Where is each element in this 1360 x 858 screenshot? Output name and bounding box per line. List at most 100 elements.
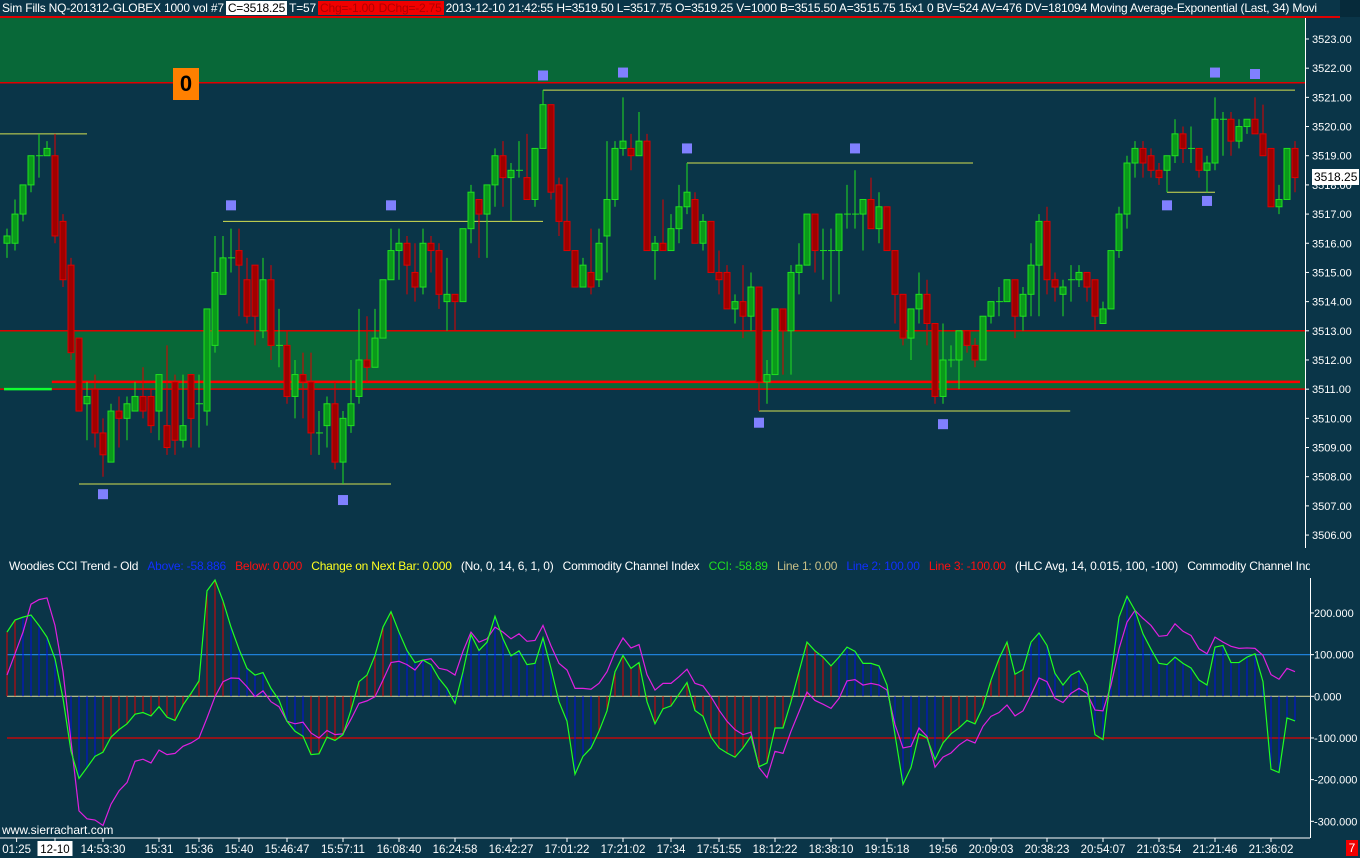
candle[interactable] bbox=[516, 141, 523, 178]
candle[interactable] bbox=[459, 228, 467, 303]
candle[interactable] bbox=[1059, 279, 1067, 317]
candle[interactable] bbox=[915, 272, 923, 324]
candle[interactable] bbox=[387, 228, 395, 281]
candle[interactable] bbox=[1139, 141, 1147, 178]
candle[interactable] bbox=[1011, 279, 1019, 339]
candle[interactable] bbox=[51, 133, 59, 244]
candle[interactable] bbox=[155, 374, 163, 441]
candle[interactable] bbox=[211, 235, 219, 353]
candle[interactable] bbox=[747, 272, 755, 331]
candle[interactable] bbox=[171, 374, 179, 455]
candle[interactable] bbox=[316, 411, 323, 455]
candle[interactable] bbox=[891, 250, 899, 324]
candle[interactable] bbox=[427, 235, 435, 273]
candle[interactable] bbox=[699, 214, 707, 251]
candle[interactable] bbox=[828, 228, 835, 302]
candle[interactable] bbox=[435, 243, 443, 309]
candle[interactable] bbox=[675, 184, 683, 244]
candle[interactable] bbox=[859, 198, 867, 251]
candle[interactable] bbox=[707, 220, 715, 273]
candle[interactable] bbox=[1283, 147, 1291, 200]
candle[interactable] bbox=[1091, 279, 1099, 331]
candle[interactable] bbox=[996, 287, 1003, 317]
candle[interactable] bbox=[379, 279, 387, 339]
candle[interactable] bbox=[1019, 287, 1027, 331]
candle[interactable] bbox=[339, 411, 347, 484]
candle[interactable] bbox=[1171, 119, 1179, 164]
candle[interactable] bbox=[1123, 155, 1131, 229]
candle[interactable] bbox=[883, 206, 891, 252]
candle[interactable] bbox=[651, 235, 659, 280]
candle[interactable] bbox=[147, 389, 155, 433]
candle[interactable] bbox=[243, 257, 251, 324]
price-axis[interactable]: 3523.003522.003521.003520.003519.003518.… bbox=[1305, 17, 1352, 548]
cci-axis[interactable]: 200.000 100.000 0.000 -100.000 -200.000 -300.… bbox=[1310, 578, 1357, 838]
candle[interactable] bbox=[507, 163, 515, 222]
candle[interactable] bbox=[499, 141, 507, 207]
candle[interactable] bbox=[1051, 272, 1059, 302]
candle[interactable] bbox=[683, 163, 691, 215]
candle[interactable] bbox=[523, 133, 531, 200]
candle[interactable] bbox=[11, 199, 19, 251]
candle[interactable] bbox=[595, 228, 603, 288]
candle[interactable] bbox=[451, 293, 459, 331]
candle[interactable] bbox=[659, 199, 667, 252]
candle[interactable] bbox=[1068, 265, 1075, 302]
candle[interactable] bbox=[1235, 119, 1243, 149]
candle[interactable] bbox=[691, 192, 699, 244]
candle[interactable] bbox=[331, 381, 339, 470]
candle[interactable] bbox=[123, 396, 131, 441]
candle[interactable] bbox=[835, 213, 843, 295]
candle[interactable] bbox=[1220, 111, 1227, 156]
candle[interactable] bbox=[899, 293, 907, 346]
candle[interactable] bbox=[1188, 126, 1195, 164]
candle[interactable] bbox=[491, 148, 499, 207]
candle[interactable] bbox=[987, 301, 995, 324]
candle[interactable] bbox=[395, 228, 403, 280]
candle[interactable] bbox=[739, 265, 747, 339]
candle[interactable] bbox=[1131, 141, 1139, 178]
candle[interactable] bbox=[228, 228, 235, 273]
candle[interactable] bbox=[259, 257, 267, 339]
candle[interactable] bbox=[83, 381, 91, 441]
candle[interactable] bbox=[867, 177, 875, 230]
candle[interactable] bbox=[587, 228, 595, 295]
candle[interactable] bbox=[59, 214, 67, 288]
watermark-link[interactable]: www.sierrachart.com bbox=[2, 823, 113, 837]
candle[interactable] bbox=[1155, 163, 1163, 185]
candle[interactable] bbox=[1259, 104, 1267, 157]
candle[interactable] bbox=[99, 418, 107, 477]
cci-panel[interactable] bbox=[6, 578, 1310, 827]
candle[interactable] bbox=[1251, 97, 1259, 135]
candle[interactable] bbox=[579, 257, 587, 288]
candle[interactable] bbox=[811, 213, 819, 273]
candle[interactable] bbox=[667, 214, 675, 252]
candle[interactable] bbox=[852, 170, 859, 229]
candle[interactable] bbox=[547, 104, 555, 200]
candle[interactable] bbox=[611, 141, 619, 207]
candle[interactable] bbox=[555, 177, 563, 236]
candle[interactable] bbox=[475, 198, 483, 258]
candle[interactable] bbox=[67, 257, 75, 360]
candle[interactable] bbox=[1043, 206, 1051, 295]
candle[interactable] bbox=[187, 374, 195, 448]
candle[interactable] bbox=[1107, 250, 1115, 310]
candle[interactable] bbox=[1163, 155, 1171, 193]
candle[interactable] bbox=[603, 141, 611, 273]
candle[interactable] bbox=[235, 228, 243, 317]
candle[interactable] bbox=[731, 294, 739, 324]
candle[interactable] bbox=[267, 265, 275, 360]
zone-label[interactable]: 0 bbox=[173, 68, 199, 100]
alert-count-badge[interactable]: 7 bbox=[1346, 840, 1358, 856]
candle[interactable] bbox=[1275, 184, 1283, 215]
candle[interactable] bbox=[619, 97, 627, 156]
candle[interactable] bbox=[723, 265, 731, 310]
candle[interactable] bbox=[1075, 265, 1083, 288]
candle[interactable] bbox=[19, 184, 27, 222]
candle[interactable] bbox=[795, 243, 803, 295]
candle[interactable] bbox=[755, 286, 763, 412]
candle[interactable] bbox=[371, 308, 379, 368]
candle[interactable] bbox=[571, 250, 579, 288]
candle[interactable] bbox=[1243, 118, 1251, 134]
candle[interactable] bbox=[3, 228, 11, 258]
